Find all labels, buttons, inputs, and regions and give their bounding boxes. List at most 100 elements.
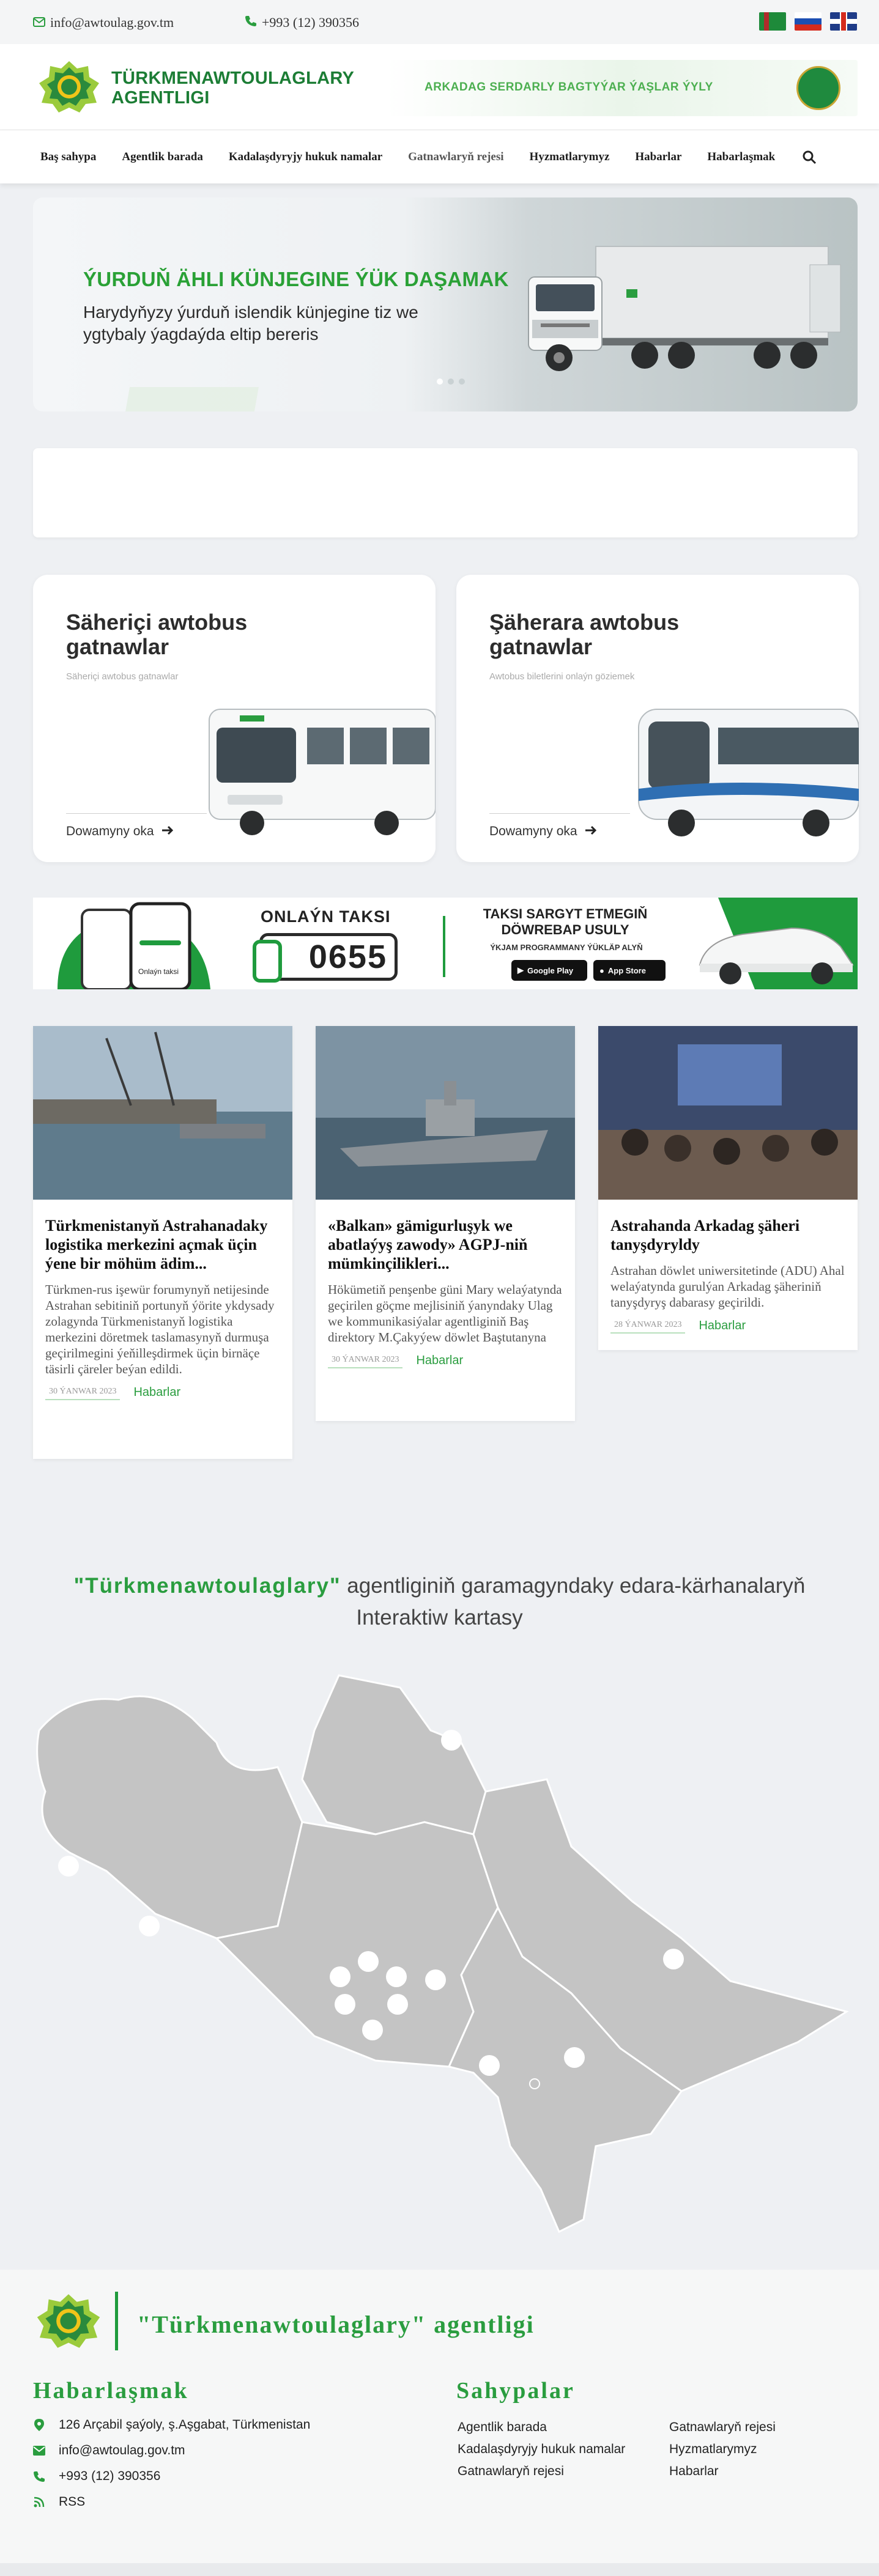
slider-dot[interactable] xyxy=(459,378,465,385)
footer-pages-heading: Sahypalar xyxy=(456,2378,575,2404)
phone-app-image xyxy=(57,902,210,989)
intercity-bus-image xyxy=(638,709,859,836)
footer-logo-icon[interactable] xyxy=(34,2293,103,2349)
footer-page-link[interactable]: Habarlar xyxy=(669,2464,719,2479)
topbar-phone[interactable]: +993 (12) 390356 xyxy=(245,15,359,31)
bus-card-intercity[interactable]: Şäherara awtobus gatnawlar Awtobus bilet… xyxy=(456,575,859,862)
news-title[interactable]: Astrahanda Arkadag şäheri tanyşdyryldy xyxy=(598,1203,858,1254)
news-description: Hökümetiň penşenbe güni Mary welaýatynda… xyxy=(328,1282,562,1345)
online-taxi-banner[interactable]: Onlaýn taksi ONLAÝN TAKSI 0655 TAKSI SAR… xyxy=(33,898,858,989)
top-bar: info@awtoulag.gov.tm +993 (12) 390356 xyxy=(0,0,879,44)
footer-email[interactable]: info@awtoulag.gov.tm xyxy=(33,2443,185,2458)
conference-image xyxy=(598,1026,858,1200)
map-marker xyxy=(58,1856,79,1877)
language-switcher xyxy=(759,12,857,31)
hero-headline: ÝURDUŇ ÄHLI KÜNJEGINE ÝÜK DAŞAMAK xyxy=(83,268,509,290)
topbar-phone-text: +993 (12) 390356 xyxy=(262,15,360,30)
brand-line-2: AGENTLIGI xyxy=(111,88,210,108)
footer-page-link[interactable]: Gatnawlaryň rejesi xyxy=(669,2420,776,2435)
topbar-email-text: info@awtoulag.gov.tm xyxy=(50,15,174,30)
footer-email-text: info@awtoulag.gov.tm xyxy=(59,2443,185,2457)
news-date: 30 ÝANWAR 2023 xyxy=(328,1353,403,1368)
footer-page-link[interactable]: Gatnawlaryň rejesi xyxy=(458,2464,564,2479)
nav-item-about[interactable]: Agentlik barada xyxy=(122,150,203,164)
card-divider xyxy=(489,813,630,814)
flag-ru-icon[interactable] xyxy=(795,12,822,31)
footer-rss[interactable]: RSS xyxy=(33,2495,85,2509)
phone-app-label: Onlaýn taksi xyxy=(138,967,179,976)
map-marker xyxy=(564,2047,585,2068)
nav-item-services[interactable]: Hyzmatlarymyz xyxy=(530,150,610,164)
nav-item-news[interactable]: Habarlar xyxy=(635,150,681,164)
news-category[interactable]: Habarlar xyxy=(699,1319,746,1333)
news-category[interactable]: Habarlar xyxy=(416,1354,463,1368)
bus-card-title: Şäherara awtobus gatnawlar xyxy=(489,610,680,659)
taxi-car-image xyxy=(699,898,858,989)
nav-item-contact[interactable]: Habarlaşmak xyxy=(707,150,775,164)
nav-item-schedule[interactable]: Gatnawlaryň rejesi xyxy=(408,150,503,164)
footer-org-name: "Türkmenawtoulaglary" agentligi xyxy=(137,2311,535,2338)
slider-dot[interactable] xyxy=(437,378,443,385)
taxi-order-line-2: DÖWREBAP USULY xyxy=(501,922,629,937)
taxi-divider xyxy=(443,916,445,977)
news-description: Türkmen-rus işewür forumynyň netijesinde… xyxy=(45,1282,275,1376)
nav-item-legal[interactable]: Kadalaşdyryjy hukuk namalar xyxy=(229,150,382,164)
envelope-icon xyxy=(33,15,45,31)
app-store-button[interactable]: ● App Store xyxy=(593,960,666,981)
map-title-rest: agentliginiň garamagyndaky edara-kärhana… xyxy=(347,1574,806,1598)
bus-card-subtitle: Awtobus biletlerini onlaýn göziemek xyxy=(489,671,635,682)
taxi-number: 0655 xyxy=(253,933,398,983)
map-region-dashoguz xyxy=(301,1674,487,1836)
map-marker xyxy=(479,2055,500,2076)
news-meta: 30 ÝANWAR 2023 Habarlar xyxy=(33,1377,292,1400)
footer-rss-text: RSS xyxy=(59,2495,86,2509)
news-card[interactable]: «Balkan» gämigurluşyk we abatlaýyş zawod… xyxy=(316,1026,575,1421)
google-play-label: Google Play xyxy=(527,965,574,975)
topbar-email[interactable]: info@awtoulag.gov.tm xyxy=(33,15,174,31)
site-footer: "Türkmenawtoulaglary" agentligi Habarlaş… xyxy=(0,2270,879,2563)
google-play-icon: ▶ xyxy=(517,965,524,975)
read-more-link[interactable]: Dowamyny oka xyxy=(489,824,597,839)
phone-icon xyxy=(33,2470,45,2482)
news-category[interactable]: Habarlar xyxy=(133,1386,180,1400)
footer-page-link[interactable]: Kadalaşdyryjy hukuk namalar xyxy=(458,2442,625,2457)
bus-card-title: Säheriçi awtobus gatnawlar xyxy=(66,610,248,659)
main-nav: Baş sahypa Agentlik barada Kadalaşdyryjy… xyxy=(0,130,879,183)
footer-phone[interactable]: +993 (12) 390356 xyxy=(33,2469,160,2484)
map-marker xyxy=(330,1966,350,1987)
google-play-button[interactable]: ▶ Google Play xyxy=(511,960,587,981)
news-card[interactable]: Astrahanda Arkadag şäheri tanyşdyryldy A… xyxy=(598,1026,858,1350)
news-card[interactable]: Türkmenistanyň Astrahanadaky logistika m… xyxy=(33,1026,292,1459)
agency-logo-icon[interactable] xyxy=(37,60,102,114)
arrow-right-icon xyxy=(585,824,597,839)
footer-page-link[interactable]: Agentlik barada xyxy=(458,2420,547,2435)
map-marker xyxy=(441,1730,462,1751)
footer-page-link[interactable]: Hyzmatlarymyz xyxy=(669,2442,757,2457)
footer-address: 126 Arçabil şaýoly, ş.Aşgabat, Türkmenis… xyxy=(33,2418,310,2432)
news-description: Astrahan döwlet uniwersitetinde (ADU) Ah… xyxy=(610,1263,845,1310)
brand-line-1: TÜRKMENAWTOULAGLARY xyxy=(111,68,355,88)
map-marker xyxy=(362,2020,383,2040)
hero-slider[interactable]: ÝURDUŇ ÄHLI KÜNJEGINE ÝÜK DAŞAMAK Harydy… xyxy=(33,197,858,411)
news-meta: 28 ÝANWAR 2023 Habarlar xyxy=(598,1310,858,1334)
news-title[interactable]: Türkmenistanyň Astrahanadaky logistika m… xyxy=(33,1203,292,1273)
interactive-map[interactable] xyxy=(33,1669,853,2238)
envelope-icon xyxy=(33,2445,45,2457)
flag-en-icon[interactable] xyxy=(830,12,857,31)
hero-stripe xyxy=(33,387,351,411)
apple-icon: ● xyxy=(599,965,604,975)
map-marker xyxy=(335,1994,355,2015)
nav-item-home[interactable]: Baş sahypa xyxy=(40,150,96,164)
map-marker xyxy=(387,1994,408,2015)
news-title[interactable]: «Balkan» gämigurluşyk we abatlaýyş zawod… xyxy=(316,1203,575,1273)
map-pin-icon xyxy=(33,2419,45,2431)
slogan-banner: ARKADAG SERDARLY BAGTYÝAR ÝAŞLAR ÝYLY xyxy=(387,60,858,116)
map-marker xyxy=(425,1969,446,1990)
slider-dot[interactable] xyxy=(448,378,454,385)
map-marker xyxy=(139,1916,160,1936)
bus-card-city[interactable]: Säheriçi awtobus gatnawlar Säheriçi awto… xyxy=(33,575,436,862)
flag-tm-icon[interactable] xyxy=(759,12,786,31)
search-icon[interactable] xyxy=(802,150,817,164)
footer-contact-heading: Habarlaşmak xyxy=(33,2378,189,2404)
read-more-link[interactable]: Dowamyny oka xyxy=(66,824,174,839)
